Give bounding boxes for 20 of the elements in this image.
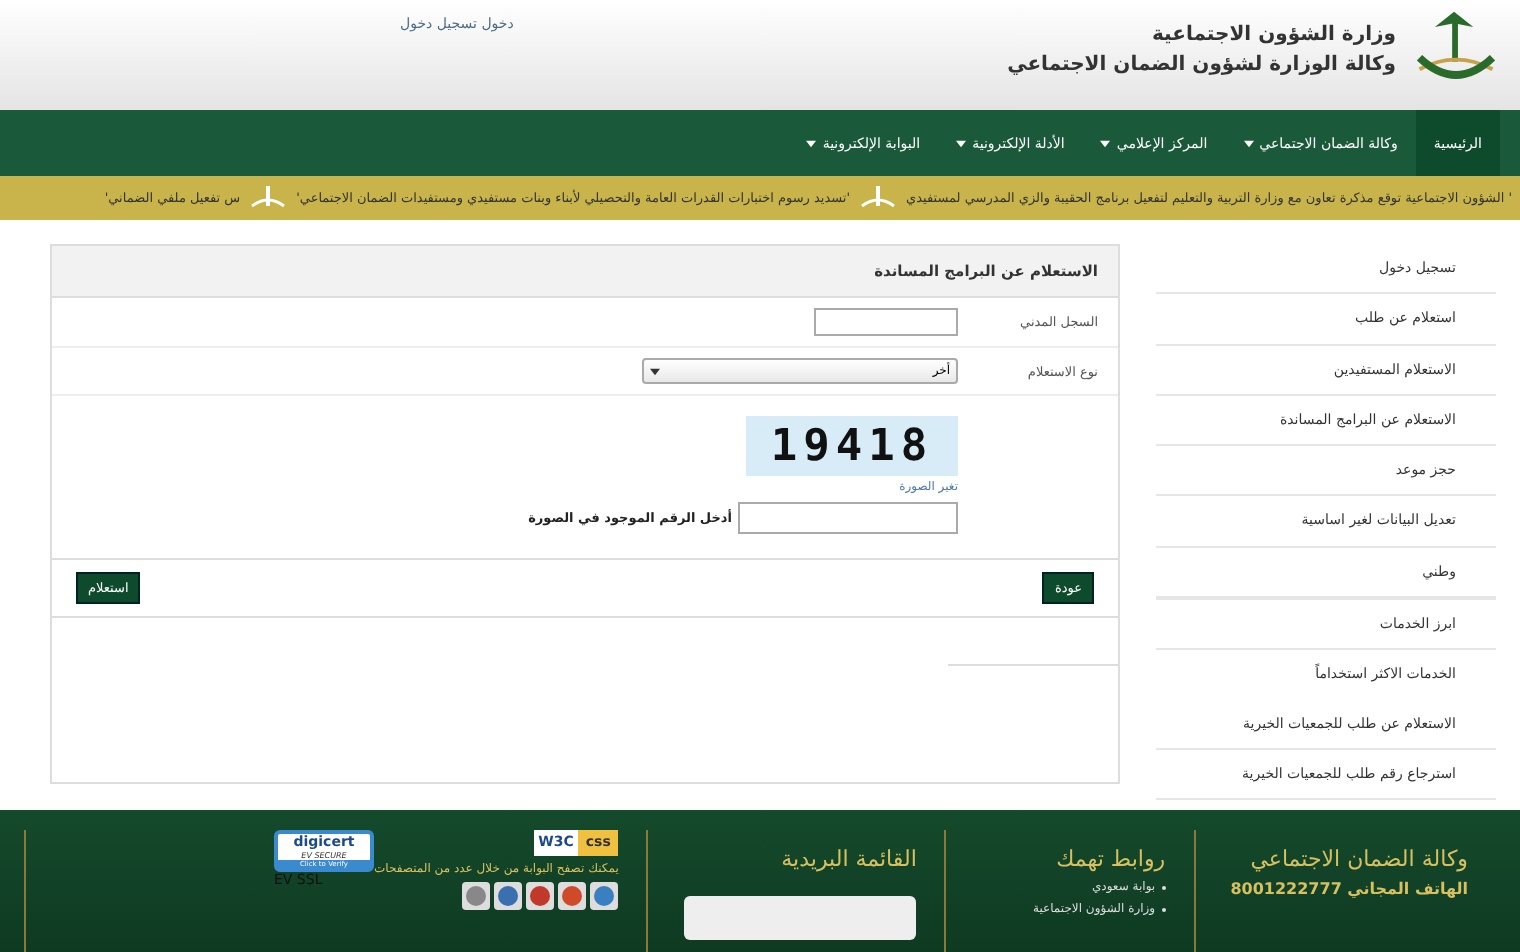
captcha-field[interactable] [738,502,958,534]
footer-title: وكالة الضمان الاجتماعي [1248,846,1468,872]
email-field[interactable] [684,896,917,940]
browser-icon[interactable] [494,882,523,910]
ministry-title: وزارة الشؤون الاجتماعية [1149,24,1396,46]
phone-text: الهاتف المجاني 8001222777 [1228,880,1468,898]
caret-icon [956,139,967,147]
caret-icon [806,139,817,147]
caret-icon [1243,139,1254,147]
caret-icon [1100,139,1111,147]
captcha-image: 19418 [746,416,958,476]
caret-icon [650,367,660,375]
footer-heading: روابط تهمك [1054,846,1166,872]
browser-icon[interactable] [526,882,555,910]
browser-icon[interactable] [590,882,619,910]
footer-heading: القائمة البريدية [779,846,917,872]
id-number-field[interactable] [814,308,958,336]
browser-icon[interactable] [558,882,587,910]
agency-title: وكالة الوزارة لشؤون الضمان الاجتماعي [1007,54,1396,76]
browser-icon[interactable] [462,882,491,910]
